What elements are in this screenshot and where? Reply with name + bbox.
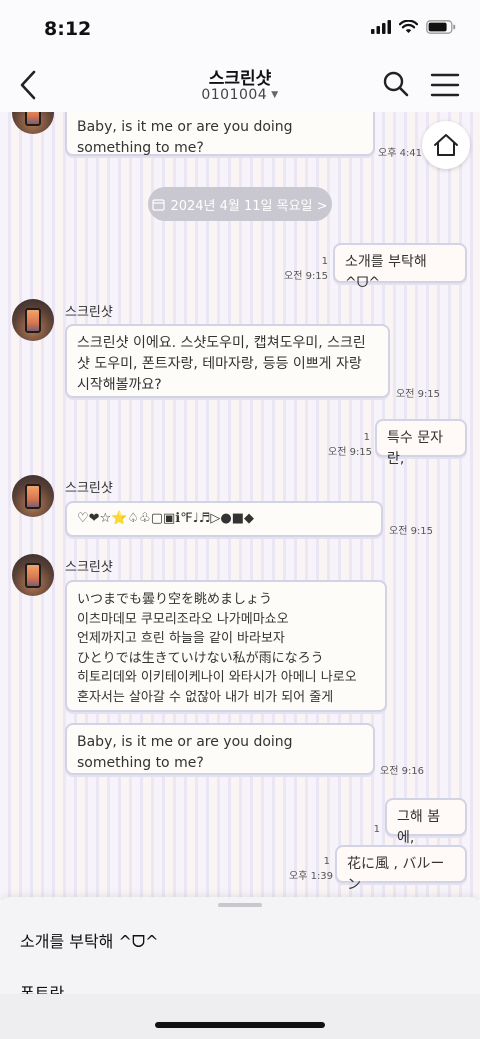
sheet-bottom-area [0,994,480,1039]
lyric-line: 이츠마데모 쿠모리조라오 나가메마쇼오 [77,611,289,627]
avatar[interactable] [12,554,54,596]
lyric-line: 히토리데와 이키테이케나이 와타시가 아메니 나로오 [77,670,357,685]
status-bar: 8:12 [0,0,480,60]
sender-name: 스크린샷 [65,481,113,496]
read-count: 1 [373,824,380,835]
avatar[interactable] [12,475,54,517]
avatar-phone-image [25,484,41,509]
date-divider[interactable]: 2024년 4월 11일 목요일 > [148,187,332,221]
message-time: 오후 4:41 [378,148,423,159]
message-bubble[interactable]: Baby, is it me or are you doing somethin… [65,723,375,775]
message-text: Baby, is it me or are you doing somethin… [77,119,293,156]
battery-icon [426,20,456,34]
read-count: 1 [321,256,328,267]
message-bubble[interactable]: 스크린샷 이에요. 스샷도우미, 캡쳐도우미, 스크린샷 도우미, 폰트자랑, … [65,324,390,398]
home-indicator[interactable] [155,1022,325,1028]
dropdown-caret-icon: ▼ [271,90,279,100]
menu-button[interactable] [430,72,460,98]
message-text: 스크린샷 이에요. 스샷도우미, 캡쳐도우미, 스크린샷 도우미, 폰트자랑, … [77,335,366,393]
lyric-line: いつまでも曇り空を眺めましょう [77,592,273,607]
message-bubble[interactable]: 소개를 부탁해 ^ᗜ^ [333,243,467,291]
message-bubble[interactable]: いつまでも曇り空を眺めましょう 이츠마데모 쿠모리조라오 나가메마쇼오 언제까지… [65,580,387,712]
message-bubble[interactable]: Baby, is it me or are you doing somethin… [65,110,375,156]
calendar-icon [152,198,166,211]
avatar[interactable] [12,299,54,341]
subtitle-text: 0101004 [201,87,268,103]
message-time: 오전 9:15 [396,389,441,400]
read-count: 1 [323,856,330,867]
sheet-item-intro[interactable]: 소개를 부탁해 ^ᗜ^ [20,928,159,952]
chat-header: 스크린샷 0101004 ▼ [0,60,480,112]
message-text: Baby, is it me or are you doing somethin… [77,734,293,771]
avatar-phone-image [25,563,41,588]
message-time: 오전 9:15 [284,271,329,282]
hamburger-menu-icon [430,73,460,97]
message-time: 오전 9:15 [328,447,373,458]
status-time: 8:12 [44,18,92,40]
home-button[interactable] [422,121,470,169]
status-icons [371,20,456,34]
sender-name: 스크린샷 [65,560,113,575]
search-icon [383,71,409,97]
avatar-phone-image [25,308,41,333]
lyric-line: 언제까지고 흐린 하늘을 같이 바라보자 [77,631,285,646]
read-count: 1 [363,432,370,443]
wifi-icon [399,20,418,33]
sender-name: 스크린샷 [65,305,113,320]
lyric-line: 혼자서는 살아갈 수 없잖아 내가 비가 되어 줄게 [77,689,334,705]
date-label: 2024년 4월 11일 목요일 > [170,198,328,214]
search-button[interactable] [382,70,410,98]
message-bubble[interactable]: 그해 봄에, [385,798,467,846]
message-time: 오후 1:39 [289,871,334,882]
message-time: 오전 9:15 [389,526,434,537]
bottom-sheet: 소개를 부탁해 ^ᗜ^ 폰트란, [0,897,480,1039]
message-time: 오전 9:16 [380,766,425,777]
message-text: ♡❤☆⭐♤♧▢▣ℹ℉♩♬▷●■◆ [77,511,254,526]
cellular-signal-icon [371,20,391,34]
sheet-handle[interactable] [218,903,262,907]
message-bubble[interactable]: ♡❤☆⭐♤♧▢▣ℹ℉♩♬▷●■◆ [65,501,383,537]
lyric-line: ひとりでは生きていけない私が雨になろう [77,650,324,666]
home-icon [434,134,458,156]
message-bubble[interactable]: 花に風 , バルーン [335,845,467,893]
message-bubble[interactable]: 특수 문자란, [375,419,467,467]
